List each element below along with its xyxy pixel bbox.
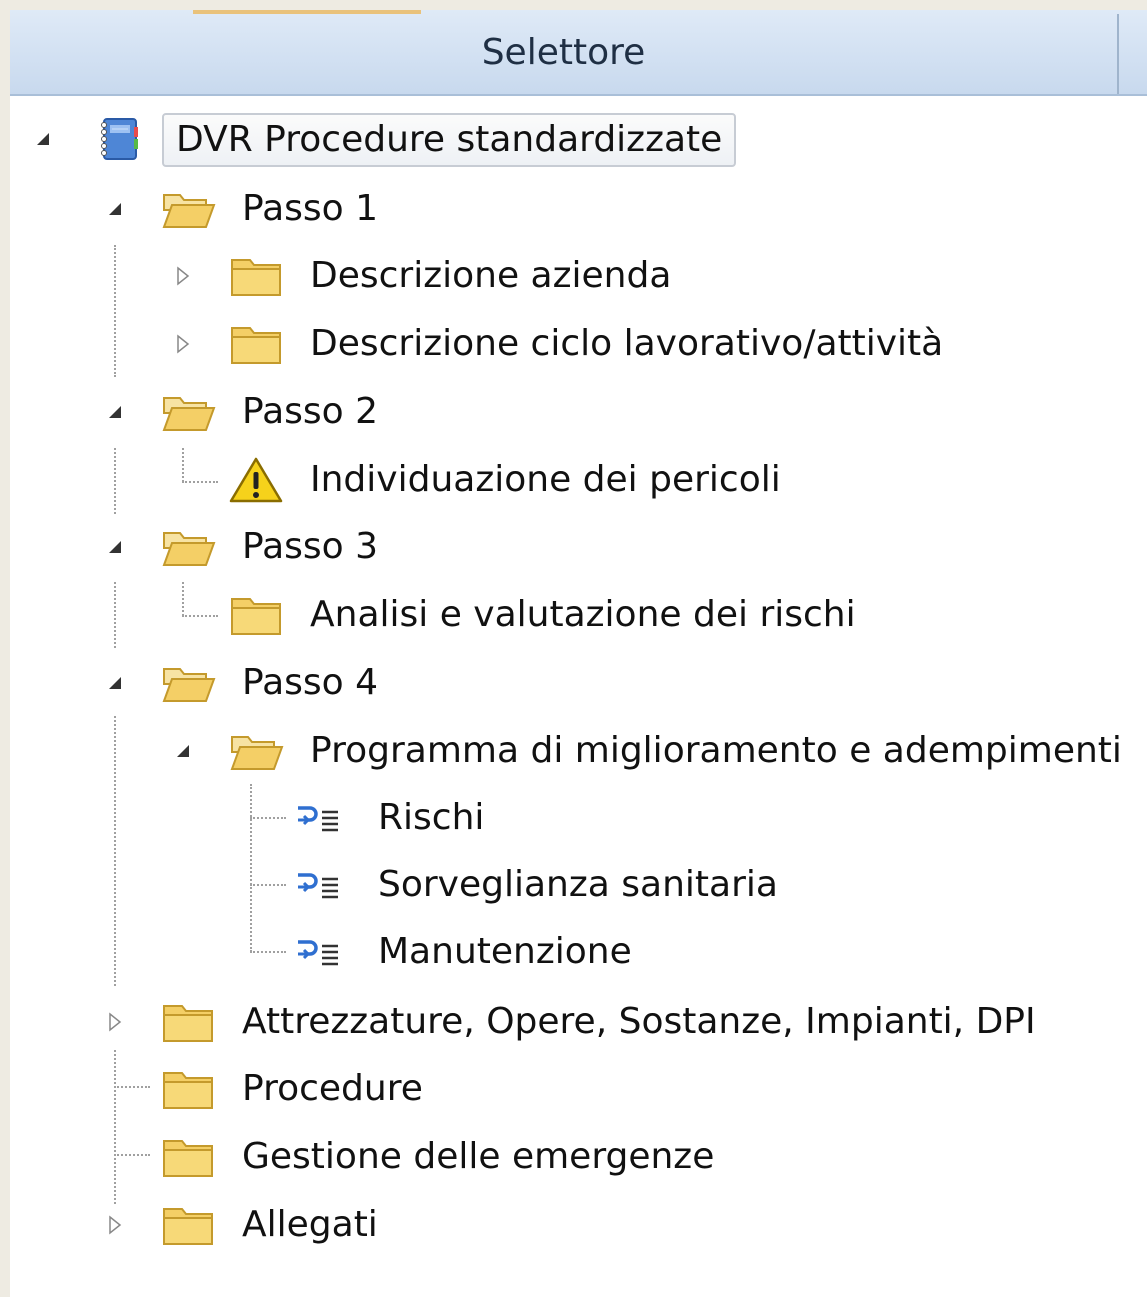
expand-triangle-icon[interactable] — [28, 106, 58, 172]
tree-node-procedure[interactable]: Procedure — [10, 1056, 1147, 1122]
tree-node-passo-3[interactable]: Passo 3 — [10, 514, 1147, 580]
selector-panel: Selettore DVR Procedure standardizzate P… — [10, 10, 1147, 1297]
list-link-icon — [292, 852, 352, 918]
expand-triangle-icon[interactable] — [100, 650, 130, 716]
tree-node-label[interactable]: Allegati — [242, 1192, 378, 1258]
tree-node-label[interactable]: Manutenzione — [378, 919, 632, 985]
tree-node-passo-4[interactable]: Passo 4 — [10, 650, 1147, 716]
folder-icon — [158, 1124, 218, 1190]
tree-node-label[interactable]: Attrezzature, Opere, Sostanze, Impianti,… — [242, 989, 1036, 1055]
notebook-icon — [88, 106, 148, 172]
expand-triangle-icon[interactable] — [100, 514, 130, 580]
tree-node-label[interactable]: Descrizione azienda — [310, 243, 671, 309]
header-title: Selettore — [481, 32, 646, 73]
tree-node-analisi-rischi[interactable]: Analisi e valutazione dei rischi — [10, 582, 1147, 648]
tree-node-label[interactable]: Sorveglianza sanitaria — [378, 852, 778, 918]
folder-icon — [158, 1056, 218, 1122]
tree-node-label[interactable]: Individuazione dei pericoli — [310, 447, 781, 513]
tree-node-label[interactable]: Programma di miglioramento e adempimenti — [310, 718, 1122, 784]
folder-icon — [158, 1192, 218, 1258]
list-link-icon — [292, 785, 352, 851]
tree-node-label[interactable]: Gestione delle emergenze — [242, 1124, 714, 1190]
tree-node-descrizione-ciclo[interactable]: Descrizione ciclo lavorativo/attività — [10, 311, 1147, 377]
expand-triangle-icon[interactable] — [168, 718, 198, 784]
tree-node-descrizione-azienda[interactable]: Descrizione azienda — [10, 243, 1147, 309]
open-folder-icon — [158, 379, 218, 445]
tree-node-label[interactable]: Passo 1 — [242, 176, 378, 242]
folder-icon — [226, 582, 286, 648]
tree-node-label[interactable]: Passo 4 — [242, 650, 378, 716]
tree-node-allegati[interactable]: Allegati — [10, 1192, 1147, 1258]
tree-node-label[interactable]: Passo 2 — [242, 379, 378, 445]
warning-icon — [226, 447, 286, 513]
open-folder-icon — [158, 514, 218, 580]
expand-triangle-icon[interactable] — [100, 176, 130, 242]
selector-header[interactable]: Selettore — [10, 10, 1147, 96]
collapsed-triangle-icon[interactable] — [168, 311, 198, 377]
tree-node-sorveglianza[interactable]: Sorveglianza sanitaria — [10, 852, 1147, 918]
open-folder-icon — [158, 176, 218, 242]
tree-node-individuazione-pericoli[interactable]: Individuazione dei pericoli — [10, 447, 1147, 513]
expand-triangle-icon[interactable] — [100, 379, 130, 445]
tree-node-attrezzature[interactable]: Attrezzature, Opere, Sostanze, Impianti,… — [10, 989, 1147, 1055]
header-divider[interactable] — [1117, 14, 1119, 94]
collapsed-triangle-icon[interactable] — [100, 1192, 130, 1258]
tree-node-label[interactable]: Procedure — [242, 1056, 423, 1122]
tree-node-passo-1[interactable]: Passo 1 — [10, 176, 1147, 242]
tree-node-rischi[interactable]: Rischi — [10, 785, 1147, 851]
open-folder-icon — [226, 718, 286, 784]
tree-node-label[interactable]: Passo 3 — [242, 514, 378, 580]
collapsed-triangle-icon[interactable] — [168, 243, 198, 309]
tree-node-emergenze[interactable]: Gestione delle emergenze — [10, 1124, 1147, 1190]
tree-node-label[interactable]: Rischi — [378, 785, 484, 851]
folder-icon — [158, 989, 218, 1055]
tree-node-label[interactable]: DVR Procedure standardizzate — [162, 113, 737, 167]
list-link-icon — [292, 919, 352, 985]
tree-node-programma[interactable]: Programma di miglioramento e adempimenti — [10, 718, 1147, 784]
folder-icon — [226, 243, 286, 309]
tree-node-root[interactable]: DVR Procedure standardizzate — [10, 106, 1147, 172]
tree-node-passo-2[interactable]: Passo 2 — [10, 379, 1147, 445]
tree-node-label[interactable]: Analisi e valutazione dei rischi — [310, 582, 856, 648]
open-folder-icon — [158, 650, 218, 716]
folder-icon — [226, 311, 286, 377]
tree-node-manutenzione[interactable]: Manutenzione — [10, 919, 1147, 985]
tree-node-label[interactable]: Descrizione ciclo lavorativo/attività — [310, 311, 943, 377]
collapsed-triangle-icon[interactable] — [100, 989, 130, 1055]
